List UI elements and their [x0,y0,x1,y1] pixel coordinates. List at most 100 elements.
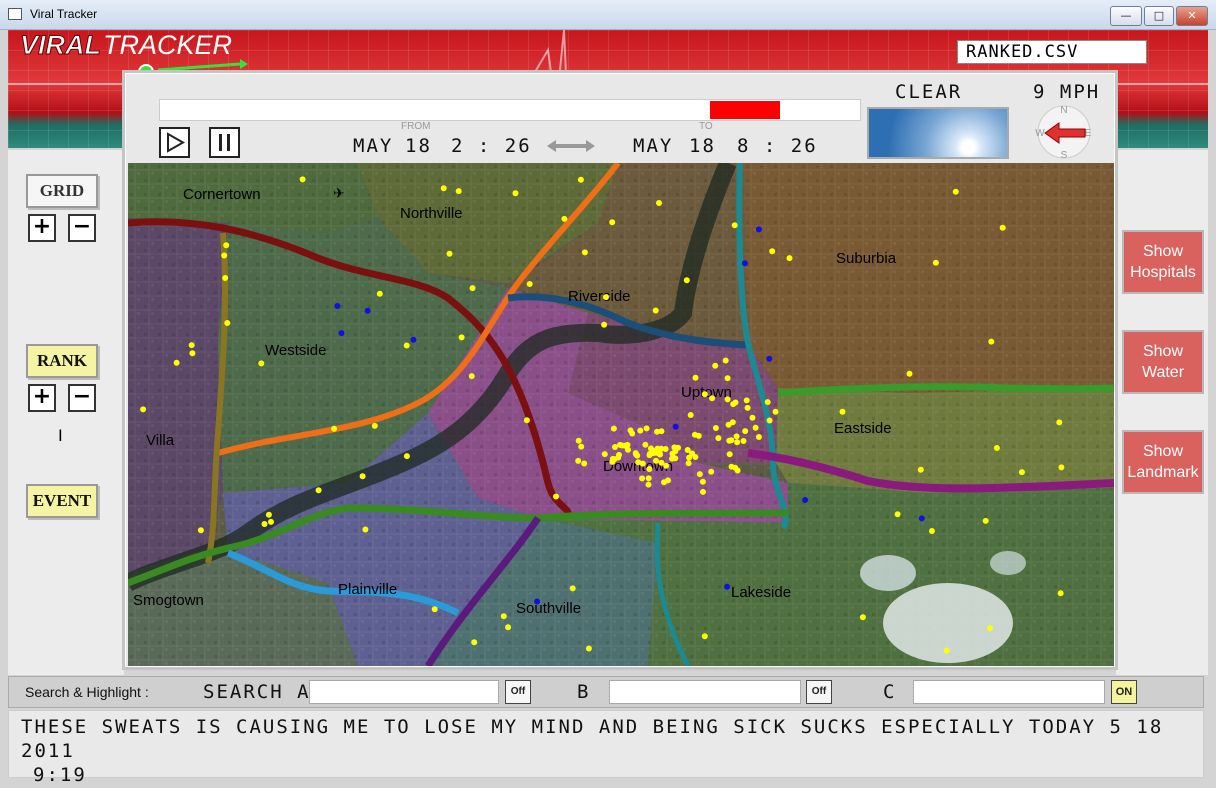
timeline-track[interactable] [159,99,861,121]
event-marker[interactable] [654,428,660,435]
event-marker[interactable] [371,422,378,429]
event-marker[interactable] [740,438,747,444]
event-marker[interactable] [741,260,748,267]
grid-button[interactable]: GRID [26,174,98,208]
event-marker[interactable] [726,437,733,444]
event-marker[interactable] [802,497,809,503]
event-marker[interactable] [733,433,740,440]
event-marker[interactable] [700,488,706,495]
event-marker[interactable] [1056,419,1063,426]
event-marker[interactable] [722,357,729,364]
event-marker[interactable] [261,521,268,527]
event-marker[interactable] [894,511,901,518]
event-marker[interactable] [523,417,530,424]
show-hospitals-button[interactable]: Show Hospitals [1122,230,1204,294]
event-marker[interactable] [222,275,229,281]
event-marker[interactable] [440,185,447,192]
event-marker[interactable] [188,342,195,349]
event-marker[interactable] [645,481,652,488]
event-marker[interactable] [932,259,939,266]
search-b-input[interactable] [609,680,801,704]
event-marker[interactable] [561,215,568,222]
event-marker[interactable] [173,359,180,366]
event-marker[interactable] [695,432,702,439]
event-marker[interactable] [334,303,341,309]
event-marker[interactable] [603,294,609,301]
search-b-toggle[interactable]: Off [806,680,832,704]
event-marker[interactable] [455,188,462,195]
event-marker[interactable] [752,424,759,431]
event-marker[interactable] [786,255,793,262]
event-marker[interactable] [658,459,665,466]
event-marker[interactable] [578,443,585,450]
event-marker[interactable] [744,404,751,411]
event-marker[interactable] [646,466,653,472]
event-marker[interactable] [637,427,644,434]
event-marker[interactable] [639,475,646,482]
event-marker[interactable] [610,425,617,432]
event-marker[interactable] [743,397,750,404]
event-marker[interactable] [258,360,265,367]
event-marker[interactable] [749,414,756,421]
pause-button[interactable] [209,127,240,158]
event-button[interactable]: EVENT [26,484,98,518]
event-marker[interactable] [653,457,659,464]
event-marker[interactable] [769,248,776,255]
event-marker[interactable] [617,441,623,448]
event-marker[interactable] [729,419,736,426]
event-marker[interactable] [410,336,417,343]
event-marker[interactable] [616,451,622,458]
event-marker[interactable] [553,493,559,500]
event-marker[interactable] [639,460,646,467]
event-marker[interactable] [624,441,631,448]
event-marker[interactable] [701,633,708,640]
event-marker[interactable] [609,219,616,226]
event-marker[interactable] [917,466,924,473]
event-marker[interactable] [724,396,731,403]
event-marker[interactable] [766,355,773,362]
event-marker[interactable] [772,408,779,415]
event-marker[interactable] [526,281,533,287]
event-marker[interactable] [500,613,507,620]
event-marker[interactable] [652,307,659,314]
event-marker[interactable] [376,290,383,297]
event-marker[interactable] [766,417,773,424]
event-marker[interactable] [730,401,737,408]
event-marker[interactable] [656,200,662,206]
event-marker[interactable] [189,350,196,357]
map-canvas[interactable]: ✈ Cornertown Northville Riverside Suburb… [128,163,1114,666]
play-button[interactable] [159,127,190,158]
event-marker[interactable] [982,517,989,524]
event-marker[interactable] [627,427,634,434]
event-marker[interactable] [1058,464,1065,471]
event-marker[interactable] [268,518,274,525]
event-marker[interactable] [362,526,369,533]
event-marker[interactable] [671,444,678,451]
event-marker[interactable] [672,423,679,430]
event-marker[interactable] [724,583,731,590]
event-marker[interactable] [299,176,306,183]
event-marker[interactable] [403,453,410,460]
event-marker[interactable] [699,478,706,485]
event-marker[interactable] [458,334,465,341]
event-marker[interactable] [839,408,846,415]
grid-minus-button[interactable]: − [68,214,96,242]
event-marker[interactable] [764,399,771,406]
event-marker[interactable] [665,477,671,484]
search-c-toggle[interactable]: ON [1111,680,1137,704]
event-marker[interactable] [731,222,738,229]
event-marker[interactable] [712,425,719,431]
event-marker[interactable] [446,250,453,257]
event-marker[interactable] [534,598,541,605]
event-marker[interactable] [601,321,608,328]
event-marker[interactable] [686,454,693,461]
event-marker[interactable] [643,425,650,432]
rank-plus-button[interactable]: + [28,384,56,412]
minimize-button[interactable]: — [1110,6,1142,26]
event-marker[interactable] [645,475,652,482]
event-marker[interactable] [315,487,322,494]
event-marker[interactable] [569,585,576,592]
event-marker[interactable] [633,451,639,458]
event-marker[interactable] [701,391,708,398]
event-marker[interactable] [646,452,653,459]
